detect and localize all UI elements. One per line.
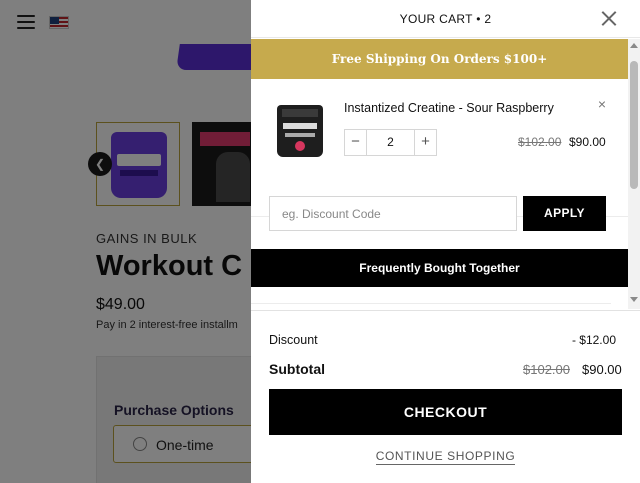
cart-drawer: YOUR CART • 2 Free Shipping On Orders $1… bbox=[251, 0, 640, 483]
scrollbar-thumb[interactable] bbox=[630, 61, 638, 189]
frequently-bought-together-banner: Frequently Bought Together bbox=[251, 249, 628, 287]
scroll-up-arrow-icon[interactable] bbox=[630, 43, 638, 48]
item-new-price: $90.00 bbox=[569, 135, 606, 149]
product-image bbox=[277, 105, 323, 157]
cart-title: YOUR CART • 2 bbox=[399, 12, 492, 26]
remove-item-icon[interactable]: × bbox=[595, 97, 609, 111]
close-icon[interactable] bbox=[601, 10, 617, 26]
scroll-down-arrow-icon[interactable] bbox=[630, 297, 638, 302]
subtotal-old-price: $102.00 bbox=[523, 362, 570, 377]
item-name[interactable]: Instantized Creatine - Sour Raspberry bbox=[344, 101, 554, 115]
cart-header: YOUR CART • 2 bbox=[251, 0, 640, 38]
cart-footer: Discount - $12.00 Subtotal $102.00 $90.0… bbox=[251, 310, 640, 483]
cart-scrollbar[interactable] bbox=[628, 39, 640, 309]
discount-label: Discount bbox=[269, 333, 318, 347]
checkout-button[interactable]: CHECKOUT bbox=[269, 389, 622, 435]
subtotal-new-price: $90.00 bbox=[582, 362, 622, 377]
quantity-stepper: − + bbox=[344, 129, 437, 156]
decrease-quantity-button[interactable]: − bbox=[345, 130, 367, 155]
apply-button[interactable]: APPLY bbox=[523, 196, 606, 231]
continue-shopping-link[interactable]: CONTINUE SHOPPING bbox=[251, 449, 640, 465]
continue-shopping-label[interactable]: CONTINUE SHOPPING bbox=[375, 449, 516, 465]
fbt-section-edge bbox=[251, 303, 611, 309]
discount-code-input[interactable] bbox=[269, 196, 517, 231]
quantity-input[interactable] bbox=[367, 130, 414, 155]
item-old-price: $102.00 bbox=[518, 135, 562, 149]
free-shipping-banner: Free Shipping On Orders $100+ bbox=[251, 39, 628, 79]
cart-scroll-area: Free Shipping On Orders $100+ Instantize… bbox=[251, 39, 628, 309]
subtotal-label: Subtotal bbox=[269, 361, 325, 377]
increase-quantity-button[interactable]: + bbox=[414, 130, 436, 155]
discount-value: - $12.00 bbox=[571, 333, 616, 347]
